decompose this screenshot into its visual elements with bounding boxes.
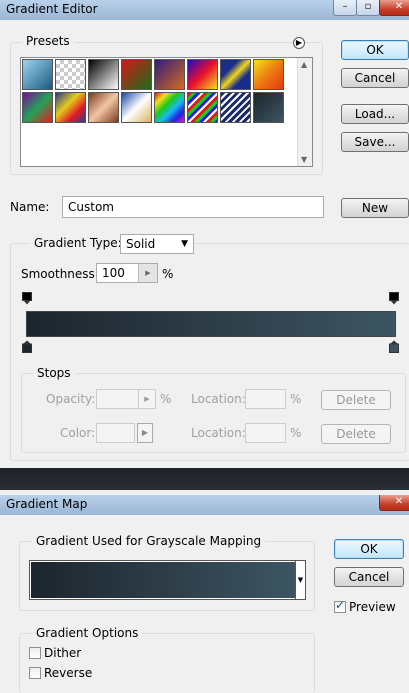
opacity-delete-button[interactable]: Delete <box>321 390 391 410</box>
opacity-location-input[interactable] <box>245 389 286 409</box>
preset-swatch[interactable] <box>154 92 185 123</box>
color-label: Color: <box>60 426 96 440</box>
smoothness-value: 100 <box>102 266 125 280</box>
smoothness-input[interactable]: 100 ▶ <box>96 263 158 283</box>
opacity-input[interactable]: ▶ <box>96 389 156 409</box>
chevron-down-icon: ▼ <box>181 239 188 249</box>
editor-titlebar: Gradient Editor – ▫ ✕ <box>0 0 409 20</box>
preset-swatch[interactable] <box>55 59 86 90</box>
background-strip <box>0 468 409 490</box>
preset-swatch[interactable] <box>88 92 119 123</box>
preset-swatch[interactable] <box>55 92 86 123</box>
presets-label: Presets <box>22 34 74 48</box>
load-button[interactable]: Load... <box>341 104 409 124</box>
preview-checkbox[interactable] <box>334 598 346 613</box>
grayscale-mapping-label: Gradient Used for Grayscale Mapping <box>32 534 266 548</box>
preset-swatch-selected[interactable] <box>253 92 284 123</box>
name-input[interactable]: Custom <box>62 196 324 218</box>
color-delete-button[interactable]: Delete <box>321 424 391 444</box>
scroll-up-icon[interactable]: ▲ <box>301 60 307 69</box>
presets-swatch-list: ▲ ▼ <box>20 57 313 167</box>
color-location-input[interactable] <box>245 423 286 443</box>
color-menu-arrow-icon[interactable]: ▶ <box>137 423 153 443</box>
color-stop-right-icon[interactable] <box>389 340 399 353</box>
smoothness-percent: % <box>162 267 174 281</box>
gradient-options-group <box>19 633 315 693</box>
opacity-stop-right-icon[interactable] <box>389 292 399 305</box>
map-cancel-button[interactable]: Cancel <box>334 567 404 587</box>
new-button[interactable]: New <box>341 198 409 218</box>
preset-swatch[interactable] <box>220 59 251 90</box>
map-ok-button[interactable]: OK <box>334 539 404 559</box>
opacity-stop-left-icon[interactable] <box>22 292 32 305</box>
smoothness-label: Smoothness: <box>21 267 99 281</box>
opacity-label: Opacity: <box>46 392 96 406</box>
map-title: Gradient Map <box>6 497 88 511</box>
gradient-map-preview[interactable] <box>31 562 295 598</box>
gradient-type-select[interactable]: Solid ▼ <box>120 234 194 254</box>
dither-checkbox[interactable] <box>29 647 41 659</box>
color-stop-left-icon[interactable] <box>22 340 32 353</box>
color-swatch-field[interactable] <box>96 423 135 443</box>
preset-swatch[interactable] <box>22 59 53 90</box>
preset-swatch[interactable] <box>154 59 185 90</box>
editor-title: Gradient Editor <box>6 2 98 16</box>
reverse-label: Reverse <box>44 666 93 680</box>
maximize-icon[interactable]: ▫ <box>356 0 380 16</box>
gradient-options-label: Gradient Options <box>32 626 143 640</box>
preset-swatch[interactable] <box>187 92 218 123</box>
gradient-map-dropdown-icon[interactable]: ▼ <box>295 561 305 599</box>
scroll-down-icon[interactable]: ▼ <box>301 155 307 164</box>
opacity-percent: % <box>160 392 172 406</box>
preset-swatch[interactable] <box>22 92 53 123</box>
preset-swatch[interactable] <box>253 59 284 90</box>
minimize-icon[interactable]: – <box>333 0 357 16</box>
preset-swatch[interactable] <box>88 59 119 90</box>
reverse-checkbox[interactable] <box>29 667 41 679</box>
map-close-icon[interactable]: ✕ <box>379 495 409 511</box>
color-location-percent: % <box>290 426 302 440</box>
dither-label: Dither <box>44 646 82 660</box>
smoothness-slider-arrow-icon[interactable]: ▶ <box>138 264 157 282</box>
ok-button[interactable]: OK <box>341 40 409 60</box>
preset-swatch[interactable] <box>121 59 152 90</box>
cancel-button[interactable]: Cancel <box>341 68 409 88</box>
color-location-label: Location: <box>191 426 246 440</box>
gradient-preview-bar[interactable] <box>26 311 396 337</box>
opacity-location-percent: % <box>290 392 302 406</box>
save-button[interactable]: Save... <box>341 132 409 152</box>
name-label: Name: <box>10 200 50 214</box>
preset-swatch[interactable] <box>121 92 152 123</box>
opacity-location-label: Location: <box>191 392 246 406</box>
gradient-type-value: Solid <box>126 237 156 251</box>
gradient-type-label: Gradient Type: <box>30 236 126 250</box>
preview-label: Preview <box>349 600 396 614</box>
stops-label: Stops <box>33 366 75 380</box>
presets-scrollbar[interactable]: ▲ ▼ <box>297 58 312 166</box>
opacity-slider-arrow-icon[interactable]: ▶ <box>138 390 155 408</box>
gradient-map-picker[interactable]: ▼ <box>29 560 306 600</box>
close-icon[interactable]: ✕ <box>379 0 409 16</box>
map-titlebar: Gradient Map ✕ <box>0 495 409 515</box>
preset-swatch[interactable] <box>187 59 218 90</box>
presets-menu-icon[interactable]: ▶ <box>293 37 305 49</box>
preset-swatch[interactable] <box>220 92 251 123</box>
